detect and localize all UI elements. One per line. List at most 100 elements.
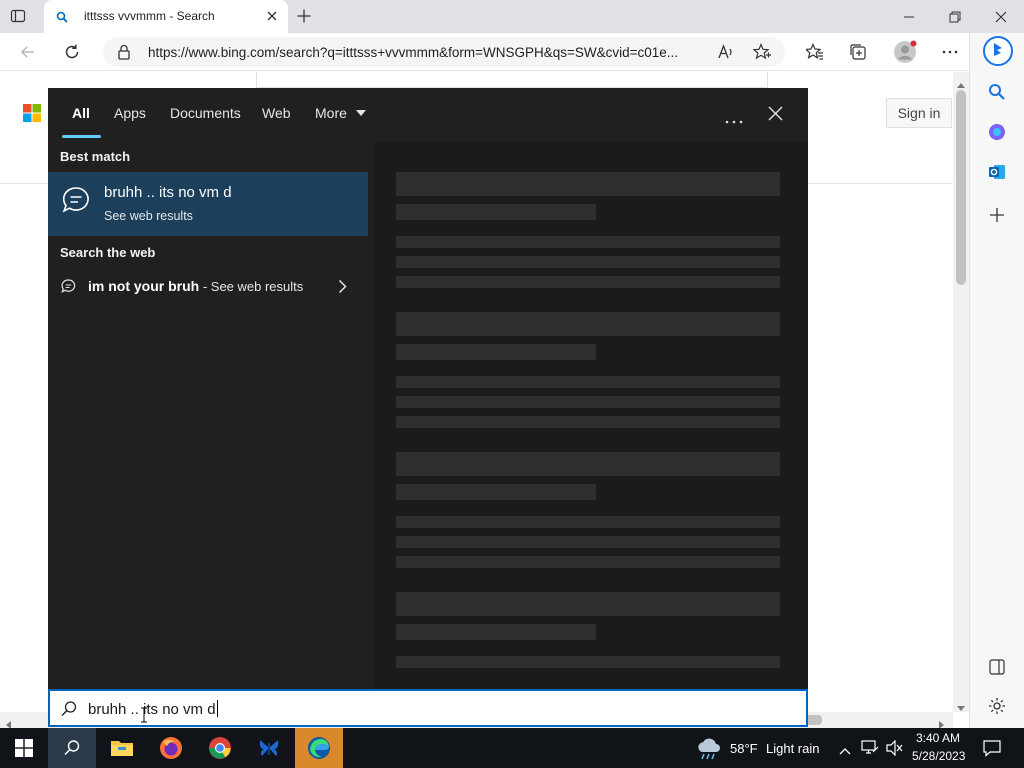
- best-match-title: bruhh .. its no vm d: [104, 184, 232, 201]
- web-suggestion-query: im not your bruh: [88, 278, 200, 294]
- edge-icon: [308, 737, 330, 759]
- preview-placeholder-line: [396, 376, 780, 388]
- preview-placeholder-subtitle: [396, 344, 596, 360]
- network-icon[interactable]: [861, 740, 879, 761]
- scroll-down-arrow-icon[interactable]: [957, 699, 965, 717]
- pinned-app-blue[interactable]: [245, 728, 293, 768]
- volume-muted-icon[interactable]: [886, 739, 904, 761]
- search-input-value: bruhh .. its no vm d: [88, 700, 218, 718]
- weather-temperature[interactable]: 58°F: [730, 741, 758, 756]
- preview-placeholder-line: [396, 516, 780, 528]
- preview-placeholder-line: [396, 536, 780, 548]
- edge-app-active[interactable]: [295, 728, 343, 768]
- preview-placeholder-subtitle: [396, 204, 596, 220]
- bing-searchbox-edge: [256, 72, 768, 88]
- firefox-icon: [160, 737, 182, 759]
- clock-date[interactable]: 5/28/2023: [912, 749, 965, 763]
- filter-tab-apps[interactable]: Apps: [114, 105, 146, 121]
- sidebar-add-icon[interactable]: [989, 207, 1005, 228]
- scroll-up-arrow-icon[interactable]: [957, 75, 965, 93]
- sidebar-search-icon[interactable]: [988, 83, 1006, 106]
- search-magnifier-icon: [60, 700, 78, 723]
- page-scroll-thumb[interactable]: [956, 90, 966, 285]
- microsoft-logo-icon: [23, 104, 41, 127]
- tab-close-icon[interactable]: [265, 9, 279, 23]
- active-tab-indicator: [62, 135, 101, 138]
- minimize-button[interactable]: [886, 0, 932, 33]
- windows-taskbar: 58°F Light rain 3:40 AM 5/28/2023: [0, 728, 1024, 768]
- butterfly-app-icon: [259, 740, 279, 756]
- start-search-panel: All Apps Documents Web More Best match b…: [48, 88, 808, 689]
- preview-placeholder-subtitle: [396, 624, 596, 640]
- best-match-heading: Best match: [60, 149, 131, 164]
- chevron-right-icon[interactable]: [338, 279, 347, 299]
- web-suggestion-row[interactable]: im not your bruh - See web results: [48, 272, 368, 302]
- weather-cloud-rain-icon[interactable]: [696, 738, 722, 765]
- firefox-app[interactable]: [147, 728, 195, 768]
- filter-tab-all[interactable]: All: [72, 105, 90, 121]
- sidebar-shopping-icon[interactable]: [988, 123, 1006, 146]
- panel-options-icon[interactable]: [725, 111, 743, 129]
- read-aloud-icon[interactable]: [717, 43, 735, 66]
- add-favorite-icon[interactable]: [752, 42, 771, 66]
- browser-tab[interactable]: itttsss vvvmmm - Search: [44, 0, 288, 33]
- lock-icon[interactable]: [117, 44, 131, 65]
- taskbar-search-input[interactable]: bruhh .. its no vm d: [48, 689, 808, 727]
- taskbar-search-icon: [64, 740, 80, 756]
- refresh-icon[interactable]: [63, 43, 81, 61]
- hide-sidebar-icon[interactable]: [988, 658, 1006, 681]
- browser-titlebar: itttsss vvvmmm - Search: [0, 0, 1024, 33]
- best-match-result[interactable]: bruhh .. its no vm d See web results: [48, 172, 368, 236]
- start-button[interactable]: [0, 728, 48, 768]
- preview-placeholder-line: [396, 556, 780, 568]
- web-suggestion-suffix: - See web results: [199, 279, 304, 294]
- chrome-icon: [209, 737, 231, 759]
- restore-button[interactable]: [932, 0, 978, 33]
- h-scroll-thumb[interactable]: [806, 715, 822, 725]
- notifications-icon[interactable]: [983, 739, 1001, 762]
- more-menu-icon[interactable]: [941, 43, 959, 61]
- search-web-heading: Search the web: [60, 245, 156, 260]
- bing-chat-icon[interactable]: [983, 36, 1013, 71]
- preview-placeholder-line: [396, 256, 780, 268]
- ibeam-cursor-icon: [140, 707, 148, 728]
- browser-toolbar: https://www.bing.com/search?q=itttsss+vv…: [0, 33, 1024, 71]
- weather-description[interactable]: Light rain: [766, 741, 819, 756]
- tab-actions-icon[interactable]: [10, 8, 26, 24]
- back-arrow-icon[interactable]: [19, 43, 37, 61]
- new-tab-plus-icon[interactable]: [296, 8, 312, 24]
- panel-close-icon[interactable]: [768, 106, 783, 126]
- edge-sidebar: [969, 33, 1024, 728]
- close-window-button[interactable]: [978, 0, 1024, 33]
- filter-tab-more[interactable]: More: [315, 105, 366, 121]
- chat-bubble-icon: [61, 185, 91, 220]
- preview-placeholder-subtitle: [396, 484, 596, 500]
- web-search-bubble-icon: [61, 279, 76, 299]
- preview-placeholder-line: [396, 276, 780, 288]
- file-explorer-app[interactable]: [98, 728, 146, 768]
- preview-placeholder-line: [396, 396, 780, 408]
- collections-icon[interactable]: [849, 43, 867, 61]
- profile-avatar-icon[interactable]: [893, 40, 917, 64]
- show-hidden-icons-chevron-icon[interactable]: [839, 742, 851, 760]
- preview-placeholder-title: [396, 452, 780, 476]
- url-text[interactable]: https://www.bing.com/search?q=itttsss+vv…: [148, 45, 708, 60]
- settings-gear-icon[interactable]: [988, 697, 1006, 720]
- sidebar-outlook-icon[interactable]: [988, 163, 1006, 186]
- preview-pane: [373, 143, 808, 689]
- windows-logo-icon: [15, 739, 33, 757]
- address-bar[interactable]: https://www.bing.com/search?q=itttsss+vv…: [103, 37, 785, 67]
- taskbar-search-button[interactable]: [48, 728, 96, 768]
- chevron-down-icon: [355, 110, 366, 116]
- filter-tab-web[interactable]: Web: [262, 105, 291, 121]
- preview-placeholder-title: [396, 592, 780, 616]
- best-match-subtitle: See web results: [104, 209, 193, 223]
- filter-tab-documents[interactable]: Documents: [170, 105, 241, 121]
- folder-icon: [111, 741, 133, 756]
- sign-in-button[interactable]: Sign in: [886, 98, 952, 128]
- preview-placeholder-title: [396, 312, 780, 336]
- chrome-app[interactable]: [196, 728, 244, 768]
- favorites-icon[interactable]: [804, 43, 824, 61]
- clock-time[interactable]: 3:40 AM: [916, 731, 960, 745]
- tab-title: itttsss vvvmmm - Search: [84, 9, 215, 23]
